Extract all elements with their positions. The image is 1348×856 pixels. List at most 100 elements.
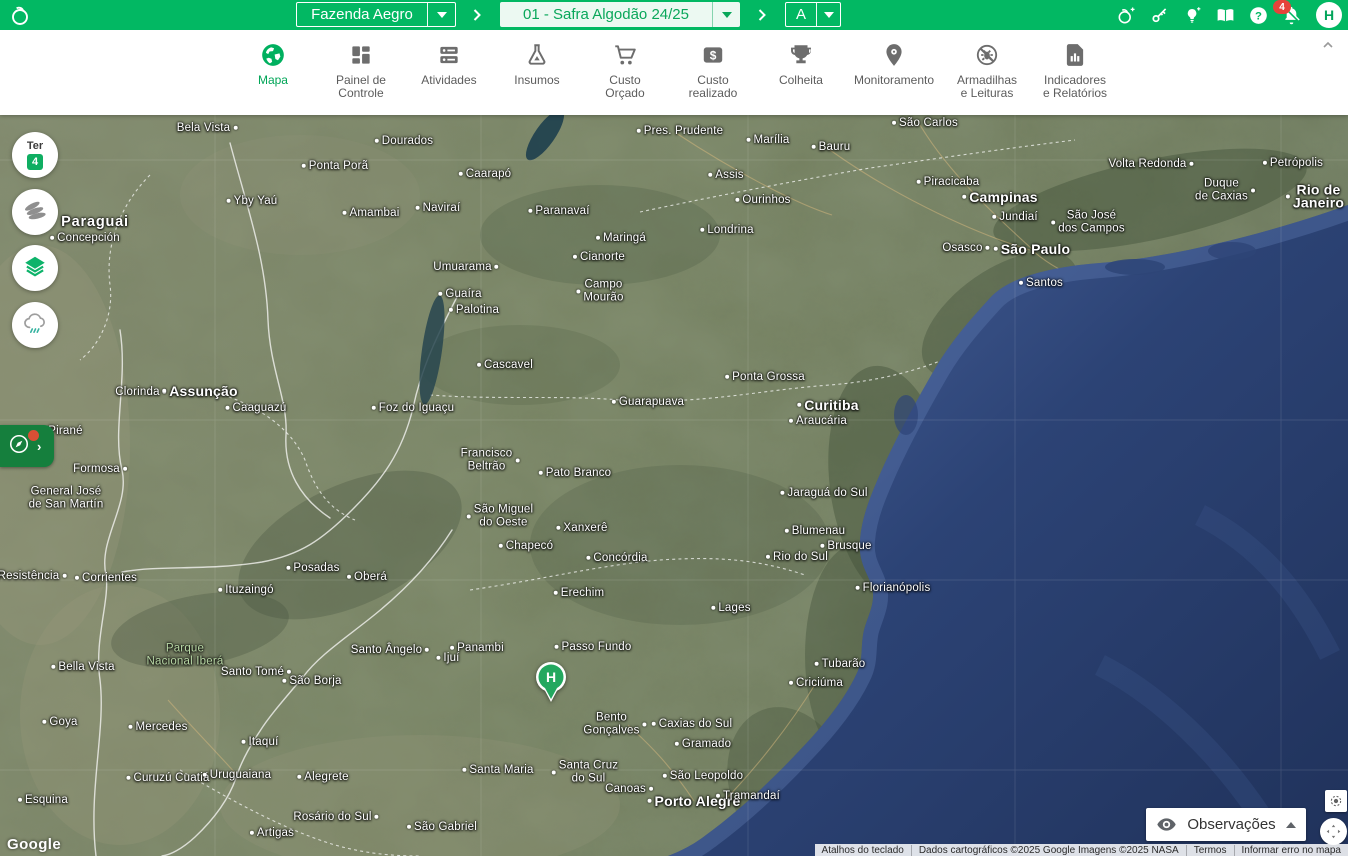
pan-arrows-icon (1324, 822, 1343, 841)
chevron-down-icon[interactable] (816, 3, 840, 26)
city-dot (233, 126, 237, 130)
city-dot (347, 575, 351, 579)
toolbar-item-label: Armadilhas e Leituras (957, 74, 1017, 100)
city-dot (1286, 194, 1290, 198)
map-label-marilia: Marília (747, 134, 790, 147)
toolbar-item-custo-orcado[interactable]: Custo Orçado (585, 42, 665, 100)
map-label-obera: Oberá (347, 571, 387, 584)
map-label-parque-nacional-ibera: Parque Nacional Iberá (147, 643, 224, 668)
report-error-link[interactable]: Informar erro no mapa (1234, 845, 1348, 856)
map-label-brusque: Brusque (820, 540, 871, 553)
map-label-petropolis: Petrópolis (1263, 157, 1323, 170)
notification-badge: 4 (1273, 0, 1291, 14)
my-location-button[interactable] (1325, 790, 1347, 812)
aegro-logo-icon[interactable] (8, 3, 32, 27)
rain-icon (22, 310, 48, 341)
city-dot (123, 467, 127, 471)
city-dot (51, 665, 55, 669)
field-panel-tab[interactable]: › (0, 425, 54, 467)
chevron-down-icon[interactable] (427, 3, 455, 26)
map-label-caarapo: Caarapó (459, 168, 512, 181)
target-icon (1328, 793, 1344, 809)
weather-day-button[interactable]: Ter4 (12, 132, 58, 178)
toolbar-items: MapaPainel de ControleAtividadesInsumosC… (0, 42, 1348, 100)
city-dot (856, 586, 860, 590)
farm-marker[interactable]: H (529, 660, 573, 712)
toolbar-item-armadilhas-e-leituras[interactable]: Armadilhas e Leituras (947, 42, 1027, 100)
toolbar-item-monitoramento[interactable]: Monitoramento (849, 42, 939, 87)
city-dot (554, 591, 558, 595)
city-dot (449, 308, 453, 312)
city-dot (477, 363, 481, 367)
collapse-toolbar-icon[interactable] (1322, 36, 1334, 54)
crops-button[interactable] (12, 189, 58, 235)
toolbar-item-custo-realizado[interactable]: $Custo realizado (673, 42, 753, 100)
city-dot (766, 555, 770, 559)
map-label-sao-jose-dos-campos: São José dos Campos (1051, 210, 1125, 235)
toolbar-item-indicadores-e-relatorios[interactable]: Indicadores e Relatórios (1035, 42, 1115, 100)
city-dot (700, 228, 704, 232)
map-label-santo-tome: Santo Tomé (221, 666, 291, 679)
map-label-cianorte: Cianorte (573, 251, 625, 264)
city-dot (892, 121, 896, 125)
city-dot (462, 768, 466, 772)
city-dot (499, 544, 503, 548)
observations-button[interactable]: Observações (1146, 808, 1306, 841)
city-dot (725, 375, 729, 379)
toolbar-item-label: Custo realizado (689, 74, 738, 100)
notifications-muted-icon[interactable]: 4 (1279, 3, 1303, 27)
pan-control-button[interactable] (1320, 818, 1347, 845)
alert-dot (28, 430, 39, 441)
city-dot (1263, 161, 1267, 165)
avatar[interactable]: H (1316, 2, 1342, 28)
city-dot (789, 681, 793, 685)
toolbar-item-insumos[interactable]: Insumos (497, 42, 577, 87)
library-icon[interactable] (1213, 3, 1237, 27)
city-dot (375, 815, 379, 819)
dashboard-icon (348, 42, 374, 68)
keyboard-shortcuts-link[interactable]: Atalhos do teclado (815, 845, 911, 856)
app-header: Fazenda Aegro 01 - Safra Algodão 24/25 A… (0, 0, 1348, 30)
chevron-down-icon[interactable] (712, 2, 740, 27)
map-label-xanxere: Xanxerê (556, 522, 607, 535)
key-icon[interactable] (1147, 3, 1171, 27)
city-dot (287, 670, 291, 674)
map-label-ponta-pora: Ponta Porã (302, 160, 369, 173)
add-account-icon[interactable] (1114, 3, 1138, 27)
city-dot (1251, 188, 1255, 192)
map-label-goya: Goya (42, 716, 77, 729)
toolbar-item-atividades[interactable]: Atividades (409, 42, 489, 87)
map-label-ourinhos: Ourinhos (735, 194, 790, 207)
map-label-rosario-do-sul: Rosário do Sul (293, 811, 378, 824)
city-dot (416, 206, 420, 210)
season-selector[interactable]: 01 - Safra Algodão 24/25 (500, 2, 740, 27)
idea-icon[interactable] (1180, 3, 1204, 27)
help-icon[interactable]: ? (1246, 3, 1270, 27)
map-label-pres-prudente: Pres. Prudente (637, 125, 724, 138)
map-label-bella-vista: Bella Vista (51, 661, 114, 674)
farm-selector[interactable]: Fazenda Aegro (296, 2, 456, 27)
city-dot (467, 514, 471, 518)
farm-selector-label: Fazenda Aegro (297, 3, 427, 26)
terms-link[interactable]: Termos (1186, 845, 1234, 856)
toolbar-item-mapa[interactable]: Mapa (233, 42, 313, 87)
city-dot (708, 173, 712, 177)
city-dot (735, 198, 739, 202)
toolbar-item-painel-de-controle[interactable]: Painel de Controle (321, 42, 401, 100)
city-dot (375, 139, 379, 143)
toolbar-item-label: Painel de Controle (336, 74, 386, 100)
city-dot (576, 289, 580, 293)
city-dot (1051, 220, 1055, 224)
map-label-palotina: Palotina (449, 304, 499, 317)
area-selector[interactable]: A (785, 2, 841, 27)
rain-button[interactable] (12, 302, 58, 348)
layers-button[interactable] (12, 245, 58, 291)
city-dot (407, 825, 411, 829)
toolbar-item-colheita[interactable]: Colheita (761, 42, 841, 87)
city-dot (815, 662, 819, 666)
map-label-concepcion: Concepción (50, 232, 120, 245)
city-dot (42, 720, 46, 724)
map-label-panambi: Panambi (450, 642, 504, 655)
map-canvas[interactable]: ParaguaiBela VistaDouradosPres. Prudente… (0, 115, 1348, 856)
toolbar-item-label: Monitoramento (854, 74, 934, 87)
